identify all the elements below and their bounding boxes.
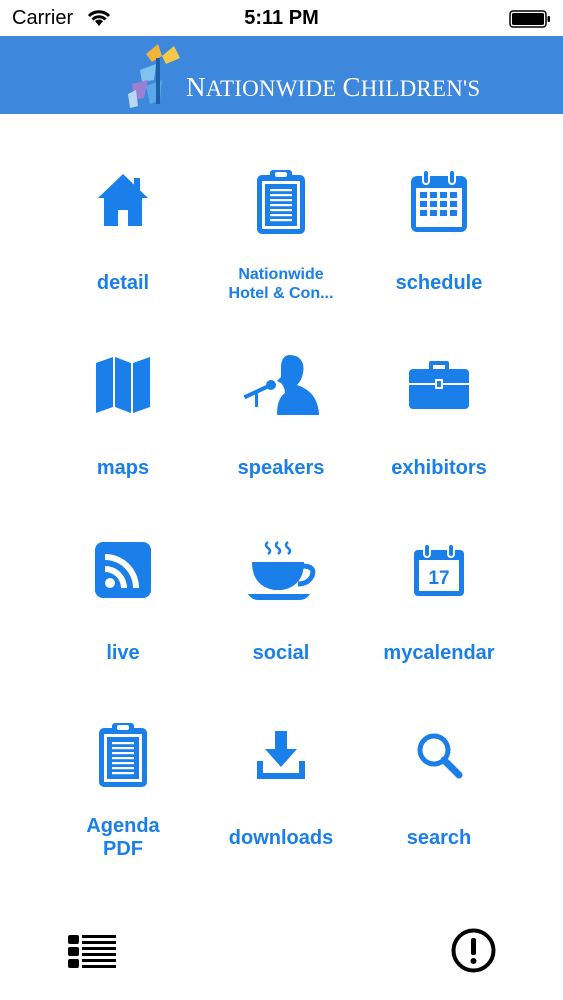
calendar-day-icon: 17: [414, 543, 464, 596]
tile-label: detail: [96, 272, 150, 294]
tile-agenda-pdf[interactable]: Agenda PDF: [38, 715, 208, 890]
tile-label: social: [252, 642, 310, 664]
tile-live[interactable]: live: [38, 530, 208, 705]
tile-speakers[interactable]: speakers: [196, 345, 366, 520]
map-icon: [96, 357, 150, 413]
calendar-grid-icon: [411, 169, 467, 232]
info-alert-icon[interactable]: [451, 928, 496, 973]
tile-label: exhibitors: [391, 457, 487, 479]
coffee-cup-icon: [248, 541, 316, 600]
download-icon: [257, 731, 305, 779]
status-bar: Carrier 5:11 PM: [0, 0, 563, 36]
tile-schedule[interactable]: schedule: [354, 160, 524, 335]
tile-label: live: [106, 642, 140, 664]
tile-label: speakers: [237, 457, 325, 479]
tile-mycalendar[interactable]: 17 mycalendar: [354, 530, 524, 705]
tile-detail[interactable]: detail: [38, 160, 208, 335]
tile-label: schedule: [395, 272, 483, 294]
briefcase-icon: [409, 361, 469, 409]
clipboard-icon: [99, 723, 147, 787]
tile-exhibitors[interactable]: exhibitors: [354, 345, 524, 520]
tile-maps[interactable]: maps: [38, 345, 208, 520]
tile-search[interactable]: search: [354, 715, 524, 890]
tile-label: mycalendar: [383, 642, 495, 664]
clipboard-icon: [257, 170, 305, 234]
butterfly-logo-icon: [128, 44, 180, 108]
home-icon: [98, 174, 148, 226]
speaker-microphone-icon: [243, 355, 319, 415]
rss-icon: [95, 542, 151, 598]
tile-label: Nationwide Hotel & Con...: [228, 266, 334, 302]
tile-social[interactable]: social: [196, 530, 366, 705]
tile-label: downloads: [228, 827, 334, 849]
calendar-day-number: 17: [428, 568, 449, 589]
tile-label: search: [406, 827, 472, 849]
battery-icon: [509, 10, 550, 28]
search-icon: [417, 733, 463, 779]
tile-downloads[interactable]: downloads: [196, 715, 366, 890]
tile-nationwide-hotel[interactable]: Nationwide Hotel & Con...: [196, 160, 366, 335]
tile-label: Agenda PDF: [86, 815, 160, 860]
tile-label: maps: [96, 457, 150, 479]
status-time: 5:11 PM: [244, 7, 319, 29]
list-menu-icon[interactable]: [68, 934, 116, 968]
logo-wordmark: NATIONWIDE CHILDREN'S: [186, 72, 481, 102]
